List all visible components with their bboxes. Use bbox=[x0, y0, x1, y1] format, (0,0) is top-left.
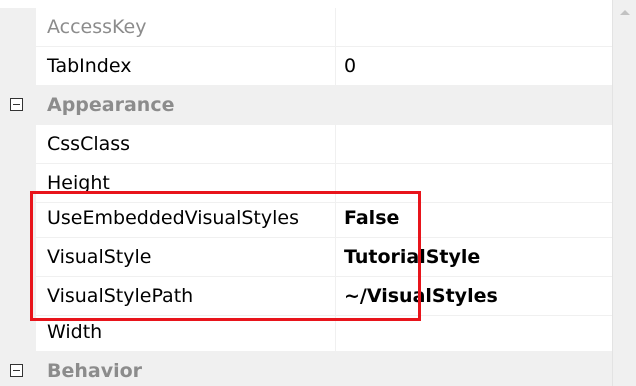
property-name: TabIndex bbox=[36, 47, 336, 86]
property-row-visualstyle[interactable]: VisualStyle TutorialStyle bbox=[0, 238, 612, 277]
property-value[interactable] bbox=[336, 164, 612, 203]
property-name: VisualStyle bbox=[36, 238, 336, 277]
category-label: Appearance bbox=[47, 94, 175, 116]
property-row-height[interactable]: Height bbox=[0, 164, 612, 203]
property-row-cssclass[interactable]: CssClass bbox=[0, 125, 612, 164]
property-value[interactable] bbox=[336, 8, 612, 47]
property-name: UseEmbeddedVisualStyles bbox=[36, 199, 336, 238]
scroll-thumb[interactable] bbox=[617, 60, 632, 360]
category-row-appearance[interactable]: Appearance bbox=[0, 86, 612, 125]
property-name: VisualStylePath bbox=[36, 277, 336, 316]
row-gutter bbox=[0, 199, 36, 238]
property-name: Height bbox=[36, 164, 336, 203]
minus-square-icon[interactable] bbox=[10, 364, 23, 377]
scroll-up-button[interactable] bbox=[613, 0, 636, 24]
property-name: AccessKey bbox=[36, 8, 336, 47]
row-gutter bbox=[0, 313, 36, 352]
category-label: Behavior bbox=[47, 360, 143, 382]
property-value[interactable]: TutorialStyle bbox=[336, 238, 612, 277]
property-value[interactable] bbox=[336, 313, 612, 352]
property-value[interactable]: 0 bbox=[336, 47, 612, 86]
property-row-useembeddedvisualstyles[interactable]: UseEmbeddedVisualStyles False bbox=[0, 199, 612, 238]
triangle-up-icon bbox=[619, 9, 630, 15]
property-row-tabindex[interactable]: TabIndex 0 bbox=[0, 47, 612, 86]
property-grid: AccessKey TabIndex 0 Appearance CssClass… bbox=[0, 0, 612, 386]
property-name: Width bbox=[36, 313, 336, 352]
row-gutter bbox=[0, 164, 36, 203]
property-value[interactable]: False bbox=[336, 199, 612, 238]
property-name: CssClass bbox=[36, 125, 336, 164]
row-gutter bbox=[0, 238, 36, 277]
row-gutter bbox=[0, 125, 36, 164]
property-row-accesskey[interactable]: AccessKey bbox=[0, 8, 612, 47]
vertical-scrollbar[interactable] bbox=[612, 0, 636, 386]
row-gutter bbox=[0, 8, 36, 47]
property-row-visualstylepath[interactable]: VisualStylePath ~/VisualStyles bbox=[0, 277, 612, 316]
row-gutter bbox=[0, 277, 36, 316]
property-value[interactable]: ~/VisualStyles bbox=[336, 277, 612, 316]
category-row-behavior[interactable]: Behavior bbox=[0, 352, 612, 386]
minus-square-icon[interactable] bbox=[10, 98, 23, 111]
property-value[interactable] bbox=[336, 125, 612, 164]
row-gutter bbox=[0, 47, 36, 86]
property-row-width[interactable]: Width bbox=[0, 313, 612, 352]
